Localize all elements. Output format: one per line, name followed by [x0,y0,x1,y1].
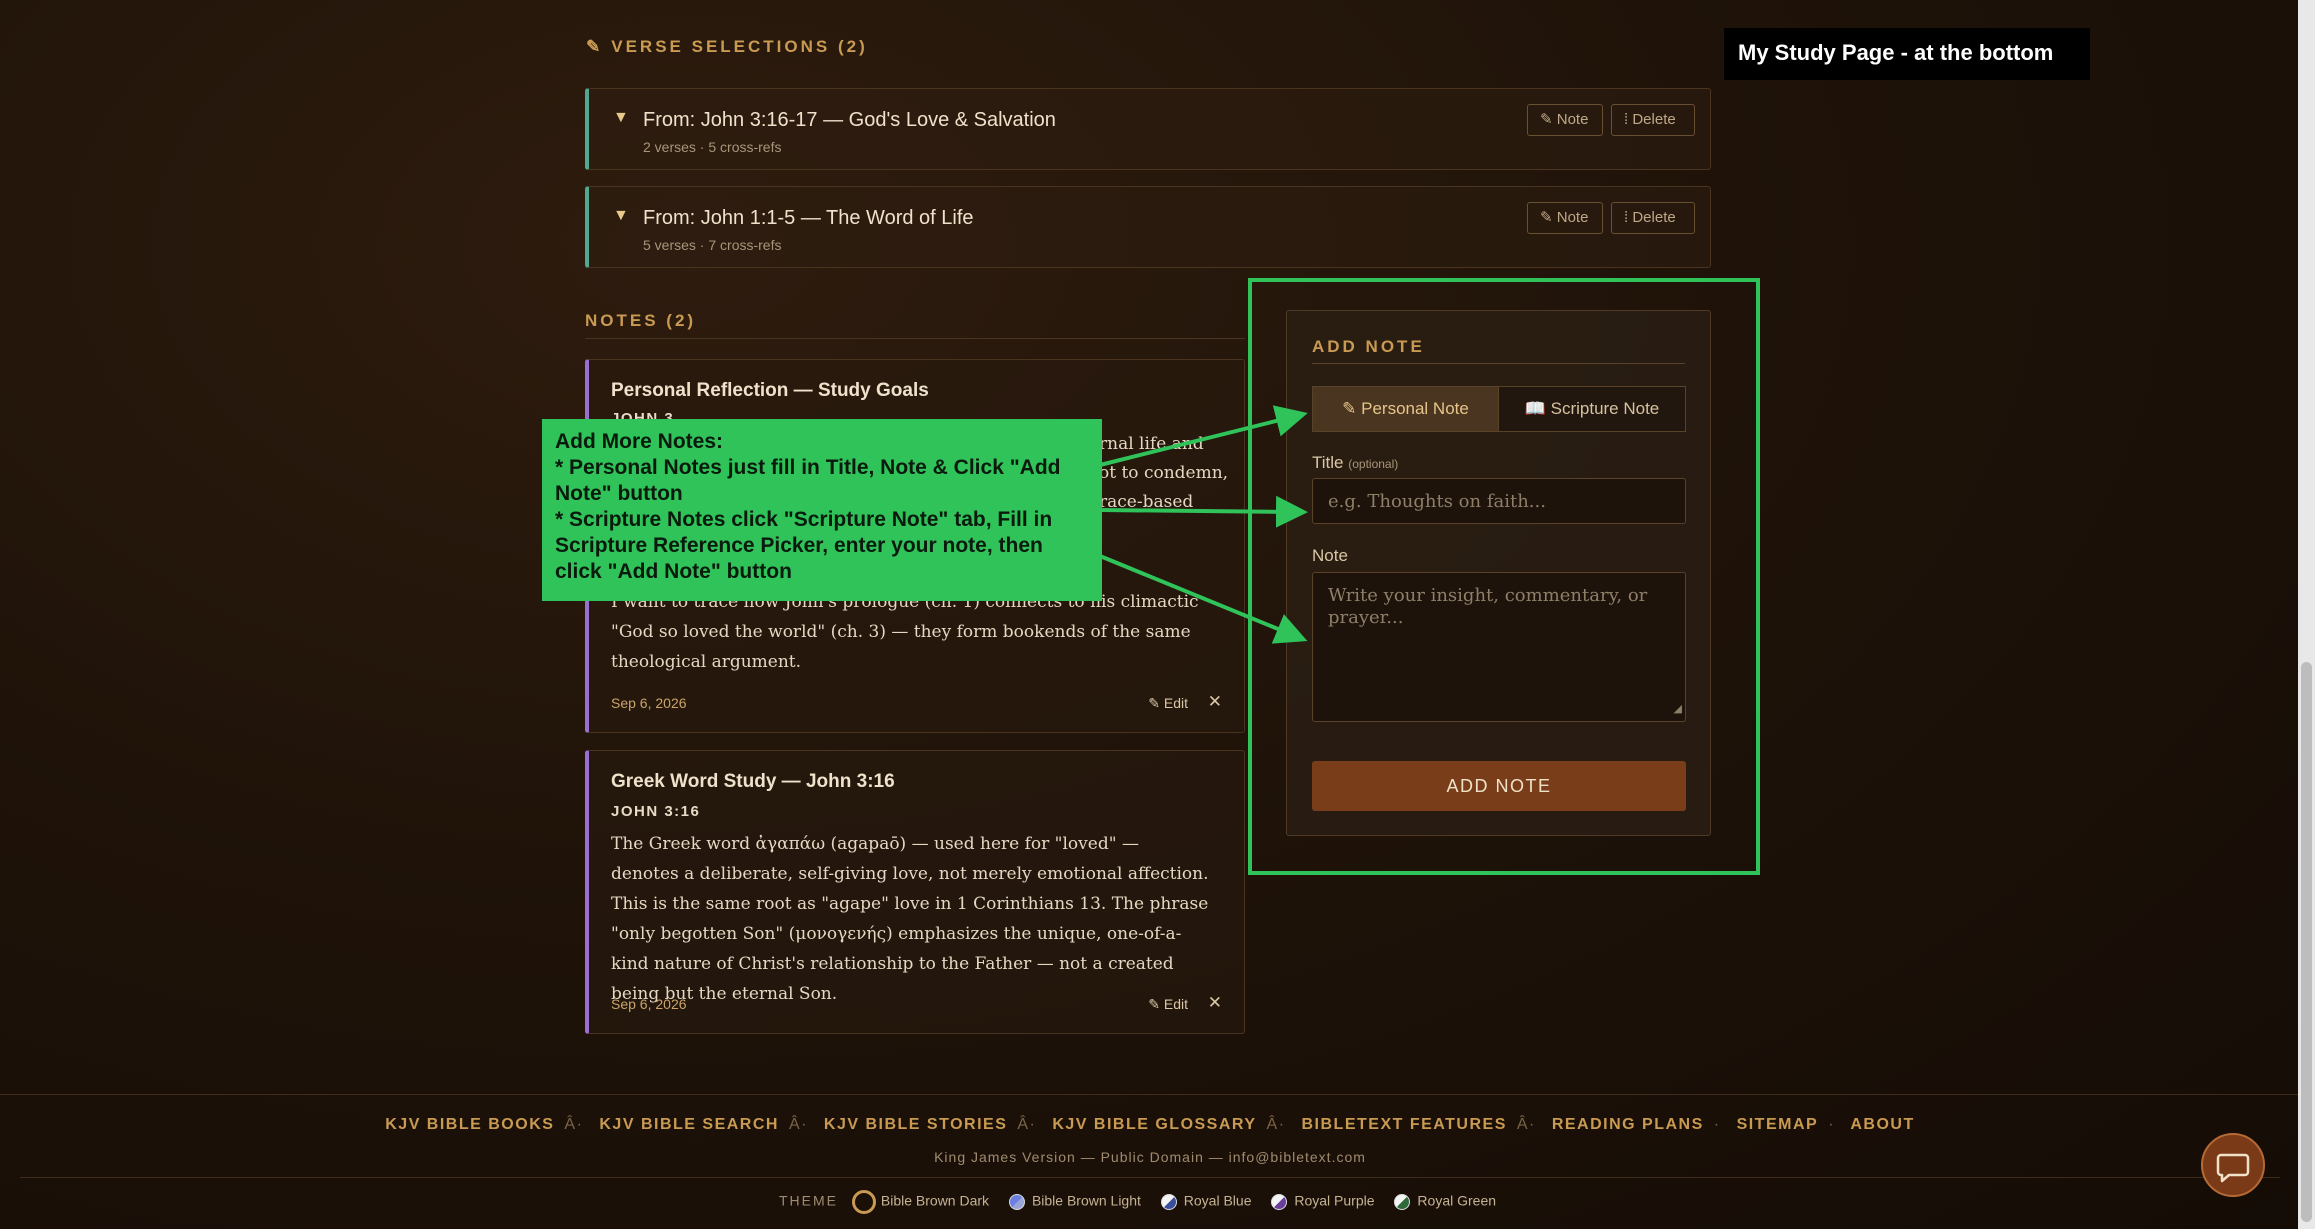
footer-link-search[interactable]: KJV BIBLE SEARCH [599,1116,779,1133]
theme-switcher: THEME Bible Brown Dark Bible Brown Light… [779,1190,1496,1214]
footer-copyright: King James Version — Public Domain — inf… [934,1149,1366,1165]
footer-link-stories[interactable]: KJV BIBLE STORIES [824,1116,1007,1133]
theme-swatch-icon[interactable] [1008,1194,1025,1210]
corner-annotation-label: My Study Page - at the bottom [1724,28,2090,80]
footer-email-link[interactable]: info@bibletext.com [1229,1149,1366,1165]
arrow-to-note [1099,554,1308,644]
theme-option-royal-blue[interactable]: Royal Blue [1184,1193,1252,1209]
footer-divider [0,1094,2300,1095]
chat-icon [2216,1153,2250,1183]
annotation-arrows [1099,405,1308,644]
theme-option-brown-light[interactable]: Bible Brown Light [1032,1193,1141,1209]
chat-button[interactable] [2201,1133,2265,1197]
arrow-to-title [1099,495,1308,528]
theme-option-brown-dark[interactable]: Bible Brown Dark [881,1193,989,1209]
footer-link-about[interactable]: ABOUT [1850,1116,1914,1133]
theme-option-royal-green[interactable]: Royal Green [1417,1193,1496,1209]
footer-divider-2 [20,1177,2280,1178]
footer-link-reading-plans[interactable]: READING PLANS [1552,1116,1704,1133]
arrow-to-tabs [1099,405,1308,467]
footer-nav: KJV BIBLE BOOKS Â· KJV BIBLE SEARCH Â· KJV… [385,1116,1915,1133]
footer-link-sitemap[interactable]: SITEMAP [1737,1116,1819,1133]
theme-option-royal-purple[interactable]: Royal Purple [1294,1193,1374,1209]
theme-swatch-icon[interactable] [1160,1194,1177,1210]
theme-swatch-icon[interactable] [1271,1194,1288,1210]
theme-swatch-icon[interactable] [851,1190,876,1214]
footer-link-books[interactable]: KJV BIBLE BOOKS [385,1116,554,1133]
theme-swatch-icon[interactable] [1394,1194,1411,1210]
annotation-callout: Add More Notes: * Personal Notes just fi… [542,419,1102,601]
footer-link-features[interactable]: BIBLETEXT FEATURES [1302,1116,1507,1133]
scrollbar-thumb[interactable] [2301,662,2312,1222]
theme-label: THEME [779,1192,838,1209]
footer-link-glossary[interactable]: KJV BIBLE GLOSSARY [1052,1116,1256,1133]
